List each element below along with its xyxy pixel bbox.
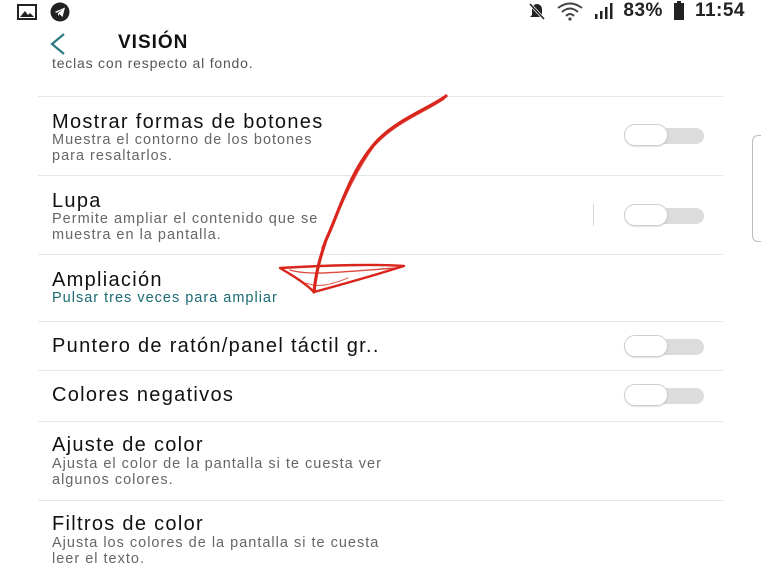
setting-row-pointer[interactable]: Puntero de ratón/panel táctil gr.. xyxy=(0,322,761,370)
setting-title: Mostrar formas de botones xyxy=(52,111,324,133)
wifi-icon xyxy=(557,2,584,21)
setting-row-magnification[interactable]: Ampliación Pulsar tres veces para amplia… xyxy=(0,255,761,321)
mute-icon xyxy=(529,2,546,21)
toggle-knob xyxy=(624,384,668,406)
battery-percent: 83% xyxy=(623,0,663,21)
setting-title: Lupa xyxy=(52,190,102,212)
button-shapes-toggle[interactable] xyxy=(624,124,704,146)
setting-title: Puntero de ratón/panel táctil gr.. xyxy=(52,335,380,357)
status-bar: 83% 11:54 xyxy=(0,0,761,24)
setting-row-button-shapes[interactable]: Mostrar formas de botones Muestra el con… xyxy=(0,97,761,175)
clock: 11:54 xyxy=(694,0,745,21)
setting-subtitle: Muestra el contorno de los botones para … xyxy=(52,132,313,164)
truncated-item-text: teclas con respecto al fondo. xyxy=(52,55,254,71)
setting-subtitle: Permite ampliar el contenido que se mues… xyxy=(52,211,319,243)
image-icon xyxy=(17,4,37,20)
vertical-separator xyxy=(593,204,594,226)
negative-colors-toggle[interactable] xyxy=(624,384,704,406)
setting-row-negative-colors[interactable]: Colores negativos xyxy=(0,371,761,421)
page-title: VISIÓN xyxy=(118,32,189,53)
toggle-knob xyxy=(624,335,668,357)
setting-row-magnifier[interactable]: Lupa Permite ampliar el contenido que se… xyxy=(0,176,761,254)
setting-subtitle: Ajusta el color de la pantalla si te cue… xyxy=(52,456,382,488)
setting-subtitle: Ajusta los colores de la pantalla si te … xyxy=(52,535,380,567)
toggle-knob xyxy=(624,204,668,226)
setting-title: Ampliación xyxy=(52,269,163,291)
setting-row-color-filters[interactable]: Filtros de color Ajusta los colores de l… xyxy=(0,501,761,575)
signal-icon xyxy=(595,3,613,19)
setting-title: Filtros de color xyxy=(52,513,204,535)
pointer-toggle[interactable] xyxy=(624,335,704,357)
setting-title: Colores negativos xyxy=(52,384,235,406)
setting-title: Ajuste de color xyxy=(52,434,204,456)
setting-subtitle: Pulsar tres veces para ampliar xyxy=(52,290,278,306)
setting-row-color-adjustment[interactable]: Ajuste de color Ajusta el color de la pa… xyxy=(0,422,761,500)
toggle-knob xyxy=(624,124,668,146)
magnifier-toggle[interactable] xyxy=(624,204,704,226)
scroll-handle[interactable] xyxy=(752,135,761,242)
battery-icon xyxy=(673,1,684,20)
telegram-icon xyxy=(50,2,70,22)
